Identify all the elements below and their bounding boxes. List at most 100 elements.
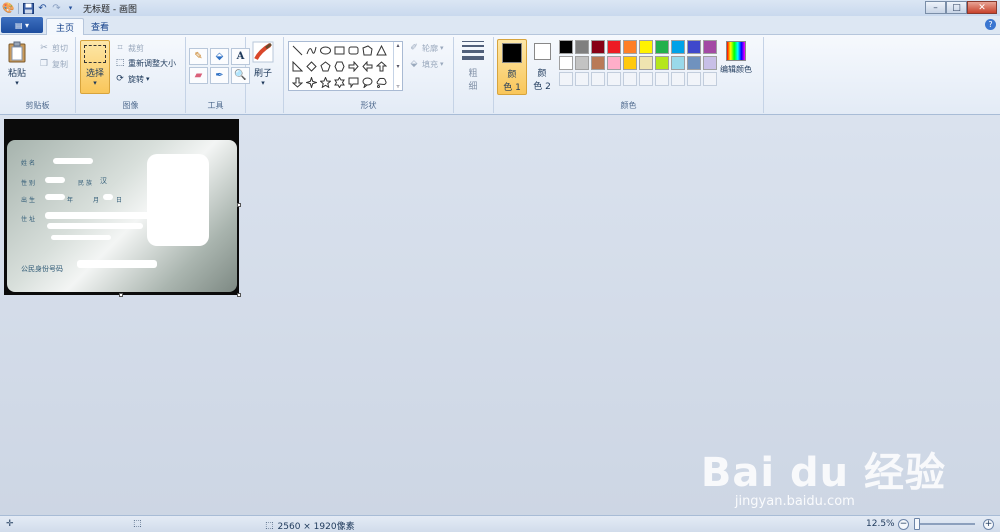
crop-button[interactable]: ⌗ 裁剪 [114,42,144,54]
oval-shape-icon[interactable] [319,44,332,57]
cursor-position: ✛ [6,519,14,529]
crop-icon: ⌗ [117,43,123,53]
help-icon[interactable]: ? [985,19,996,30]
right-arrow-shape-icon[interactable] [347,60,360,73]
copy-button[interactable]: ❐ 复制 [38,58,68,70]
minimize-button[interactable]: – [925,1,946,14]
right-triangle-shape-icon[interactable] [291,60,304,73]
size-button[interactable]: 粗 细 [459,41,487,92]
palette-empty-slot[interactable] [575,72,589,86]
zoom-in-button[interactable]: + [983,519,994,530]
four-point-star-shape-icon[interactable] [305,76,318,89]
undo-icon[interactable]: ↶ [36,2,49,15]
brush-icon [252,40,274,64]
palette-empty-slot[interactable] [591,72,605,86]
close-button[interactable]: ✕ [967,1,997,14]
palette-color-swatch[interactable] [703,56,717,70]
paint-menu-button[interactable]: ▤ ▾ [1,17,43,33]
palette-color-swatch[interactable] [607,40,621,54]
palette-empty-slot[interactable] [703,72,717,86]
palette-color-swatch[interactable] [687,40,701,54]
up-arrow-shape-icon[interactable] [375,60,388,73]
maximize-button[interactable]: □ [946,1,967,14]
palette-empty-slot[interactable] [655,72,669,86]
oval-callout-shape-icon[interactable] [361,76,374,89]
palette-color-swatch[interactable] [687,56,701,70]
redo-icon[interactable]: ↷ [50,2,63,15]
color2-button[interactable]: 颜 色 2 [531,41,553,93]
palette-color-swatch[interactable] [671,40,685,54]
redaction-mark [45,177,65,183]
palette-color-swatch[interactable] [575,56,589,70]
pencil-icon[interactable]: ✎ [189,48,208,65]
scroll-up-icon[interactable]: ▴ [396,42,399,49]
palette-empty-slot[interactable] [639,72,653,86]
palette-color-swatch[interactable] [655,56,669,70]
eraser-icon[interactable]: ▰ [189,67,208,84]
cloud-callout-shape-icon[interactable] [375,76,388,89]
palette-color-swatch[interactable] [559,40,573,54]
palette-color-swatch[interactable] [559,56,573,70]
color-picker-icon[interactable]: ✒ [210,67,229,84]
edit-colors-button[interactable]: 编辑颜色 [720,41,752,75]
fill-bucket-icon[interactable]: ⬙ [210,48,229,65]
six-point-star-shape-icon[interactable] [333,76,346,89]
left-arrow-shape-icon[interactable] [361,60,374,73]
fill-button[interactable]: ⬙ 填充 ▾ [408,58,444,70]
rectangular-callout-shape-icon[interactable] [347,76,360,89]
palette-empty-slot[interactable] [687,72,701,86]
resize-handle-corner[interactable] [237,293,241,297]
palette-color-swatch[interactable] [623,56,637,70]
palette-color-swatch[interactable] [671,56,685,70]
five-point-star-shape-icon[interactable] [319,76,332,89]
resize-button[interactable]: ⬚ 重新调整大小 [114,57,176,69]
palette-color-swatch[interactable] [639,56,653,70]
hexagon-shape-icon[interactable] [333,60,346,73]
palette-empty-slot[interactable] [607,72,621,86]
rotate-button[interactable]: ⟳ 旋转 ▾ [114,73,149,85]
rectangle-shape-icon[interactable] [333,44,346,57]
zoom-slider-thumb[interactable] [914,518,920,530]
shapes-group: ▴ ▾ ▿ ✐ 轮廓 ▾ ⬙ 填充 ▾ 形状 [284,37,454,113]
palette-empty-slot[interactable] [559,72,573,86]
fill-label: 填充 [422,59,438,69]
drawing-canvas[interactable]: 姓名 性别 民族 汉 出生 年 月 日 住址 公民身份号码 [4,119,239,295]
polygon-shape-icon[interactable] [361,44,374,57]
pentagon-shape-icon[interactable] [319,60,332,73]
palette-color-swatch[interactable] [703,40,717,54]
save-icon[interactable] [22,2,35,15]
palette-color-swatch[interactable] [591,56,605,70]
tab-view[interactable]: 查看 [86,18,114,35]
palette-color-swatch[interactable] [591,40,605,54]
select-button[interactable]: 选择 ▾ [80,40,110,94]
palette-empty-slot[interactable] [671,72,685,86]
zoom-out-button[interactable]: − [898,519,909,530]
resize-handle-right[interactable] [237,203,241,207]
paint-app-icon[interactable]: 🎨 [2,2,15,15]
palette-color-swatch[interactable] [607,56,621,70]
rounded-rectangle-shape-icon[interactable] [347,44,360,57]
paste-button[interactable]: 粘贴 ▾ [6,40,28,87]
redaction-mark [77,260,157,268]
color1-button[interactable]: 颜 色 1 [497,39,527,95]
triangle-shape-icon[interactable] [375,44,388,57]
curve-shape-icon[interactable] [305,44,318,57]
palette-color-swatch[interactable] [639,40,653,54]
shapes-scrollbar[interactable]: ▴ ▾ ▿ [393,42,402,90]
palette-color-swatch[interactable] [575,40,589,54]
brushes-button[interactable]: 刷子 ▾ [252,40,274,87]
cut-button[interactable]: ✂ 剪切 [38,42,68,54]
palette-color-swatch[interactable] [623,40,637,54]
diamond-shape-icon[interactable] [305,60,318,73]
palette-empty-slot[interactable] [623,72,637,86]
line-shape-icon[interactable] [291,44,304,57]
zoom-slider-track[interactable] [915,523,975,525]
palette-color-swatch[interactable] [655,40,669,54]
outline-button[interactable]: ✐ 轮廓 ▾ [408,42,443,54]
tab-home[interactable]: 主页 [46,18,84,36]
down-arrow-shape-icon[interactable] [291,76,304,89]
scroll-down-icon[interactable]: ▾ [396,63,399,70]
resize-handle-bottom[interactable] [119,293,123,297]
customize-quick-access-icon[interactable]: ▾ [64,2,77,15]
expand-gallery-icon[interactable]: ▿ [396,83,399,90]
